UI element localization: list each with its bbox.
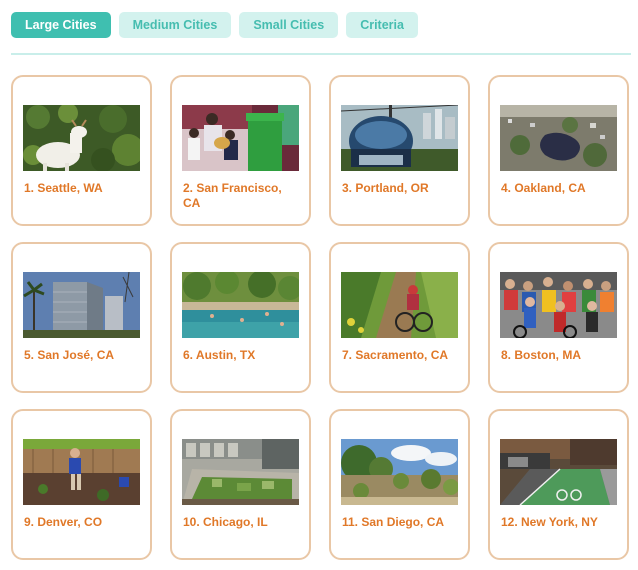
- city-label: 9. Denver, CO: [24, 515, 103, 529]
- native-garden-photo: [341, 439, 458, 505]
- city-card-austin[interactable]: 6. Austin, TX: [170, 242, 311, 393]
- city-label: 1. Seattle, WA: [24, 181, 103, 195]
- city-card-sacramento[interactable]: 7. Sacramento, CA: [329, 242, 470, 393]
- office-towers-photo: [23, 272, 140, 338]
- tab-divider: [11, 53, 631, 55]
- goat-in-garden-photo: [23, 105, 140, 171]
- city-card-new-york[interactable]: 12. New York, NY: [488, 409, 629, 560]
- bike-lane-photo: [500, 439, 617, 505]
- tab-large-cities[interactable]: Large Cities: [11, 12, 111, 38]
- city-card-san-diego[interactable]: 11. San Diego, CA: [329, 409, 470, 560]
- city-card-oakland[interactable]: 4. Oakland, CA: [488, 75, 629, 226]
- aerial-lake-city-photo: [500, 105, 617, 171]
- city-card-san-jose[interactable]: 5. San José, CA: [11, 242, 152, 393]
- city-label: 5. San José, CA: [24, 348, 115, 362]
- city-card-san-francisco[interactable]: 2. San Francisco, CA: [170, 75, 311, 226]
- tab-small-cities[interactable]: Small Cities: [239, 12, 339, 38]
- city-label: 11. San Diego, CA: [342, 515, 445, 529]
- city-card-seattle[interactable]: 1. Seattle, WA: [11, 75, 152, 226]
- mountain-biker-photo: [341, 272, 458, 338]
- city-card-denver[interactable]: 9. Denver, CO: [11, 409, 152, 560]
- city-card-chicago[interactable]: 10. Chicago, IL: [170, 409, 311, 560]
- swimming-spring-photo: [182, 272, 299, 338]
- tab-criteria[interactable]: Criteria: [346, 12, 418, 38]
- city-label: 6. Austin, TX: [183, 348, 256, 362]
- bike-crowd-photo: [500, 272, 617, 338]
- green-roof-photo: [182, 439, 299, 505]
- city-label: 4. Oakland, CA: [501, 181, 586, 195]
- city-label: 12. New York, NY: [501, 515, 598, 529]
- city-card-boston[interactable]: 8. Boston, MA: [488, 242, 629, 393]
- tab-bar: Large Cities Medium Cities Small Cities …: [11, 12, 418, 38]
- compost-bin-photo: [182, 105, 299, 171]
- backyard-gardener-photo: [23, 439, 140, 505]
- city-label: 3. Portland, OR: [342, 181, 429, 195]
- city-card-portland[interactable]: 3. Portland, OR: [329, 75, 470, 226]
- city-label: 10. Chicago, IL: [183, 515, 268, 529]
- city-label: 8. Boston, MA: [501, 348, 581, 362]
- tab-medium-cities[interactable]: Medium Cities: [118, 12, 232, 38]
- city-label: 7. Sacramento, CA: [342, 348, 449, 362]
- aerial-tram-photo: [341, 105, 458, 171]
- city-label: 2. San Francisco, CA: [183, 181, 282, 210]
